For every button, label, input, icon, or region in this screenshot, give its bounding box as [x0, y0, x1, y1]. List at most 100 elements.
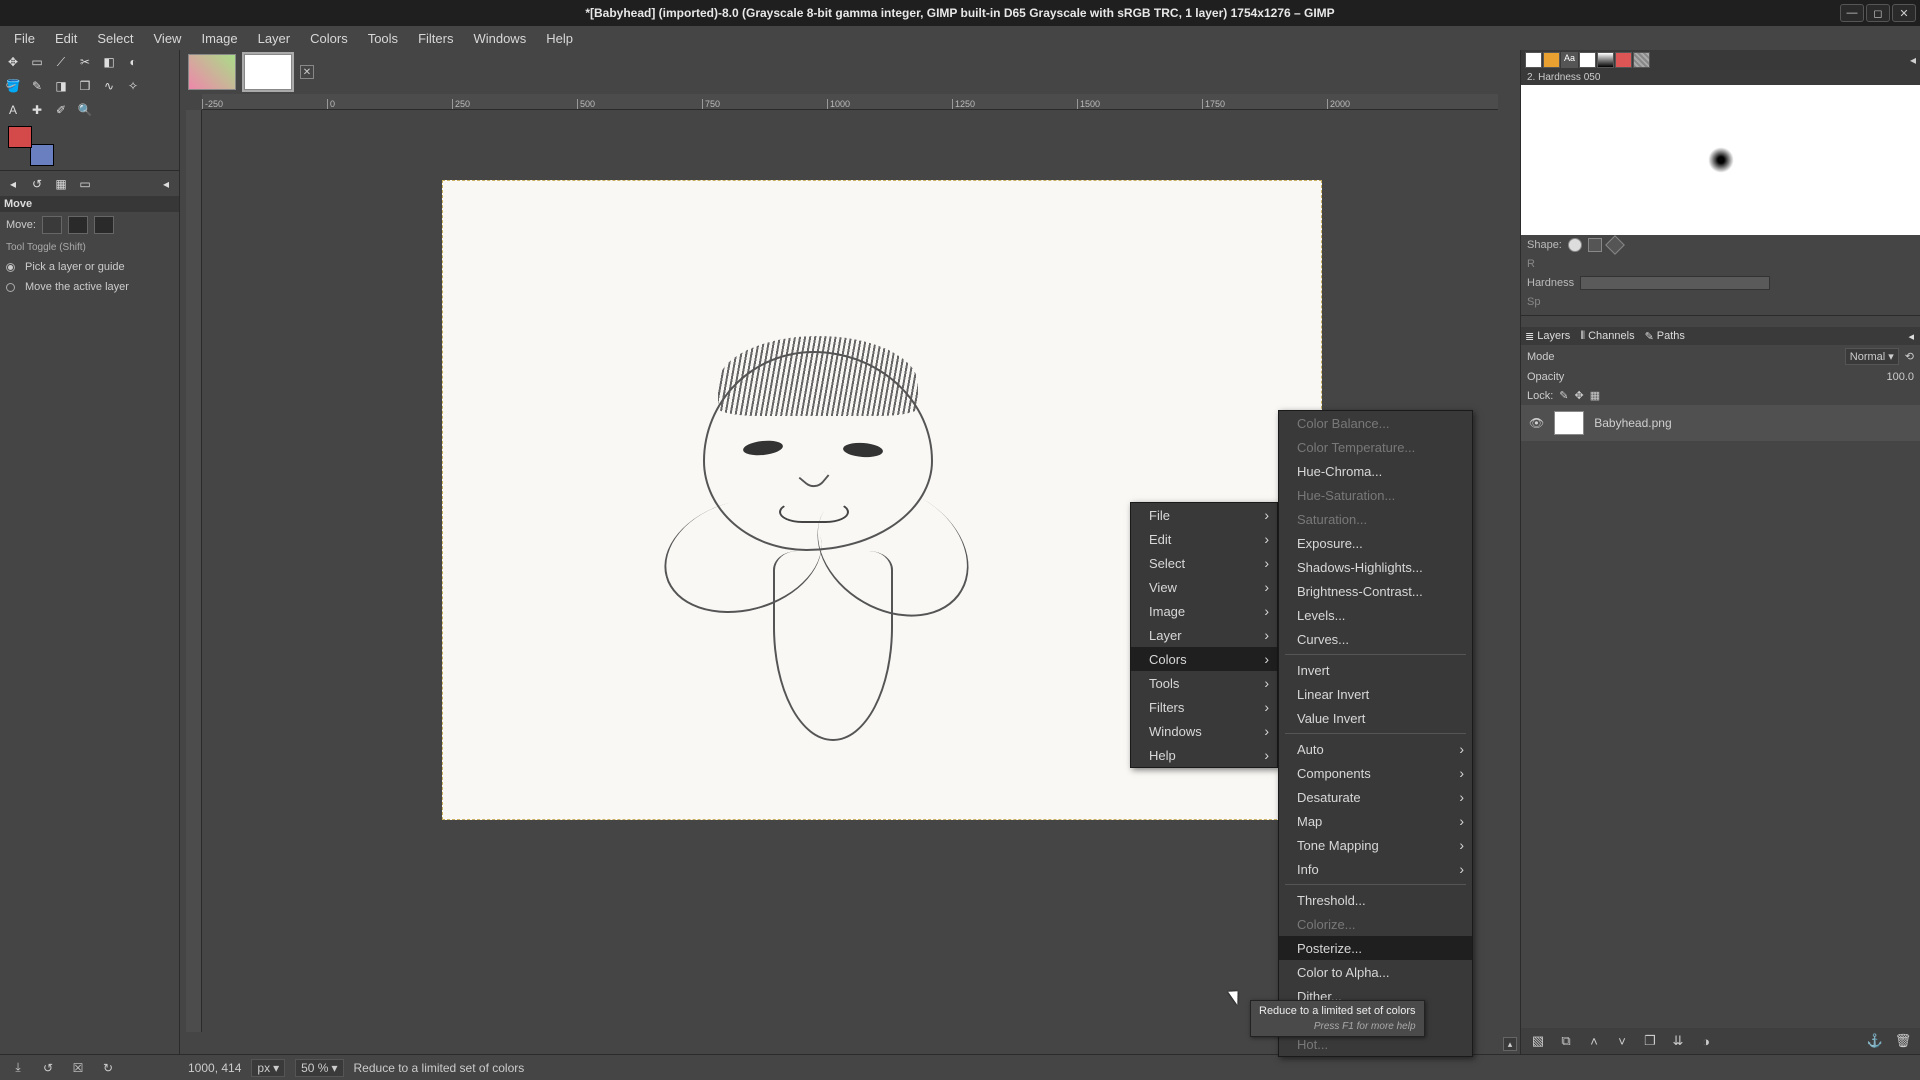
hardness-slider[interactable] — [1580, 276, 1770, 290]
image-tab-2[interactable] — [244, 54, 292, 90]
device-tab-icon[interactable]: ▭ — [76, 175, 94, 193]
anchor-icon[interactable]: ⚓ — [1866, 1032, 1884, 1050]
dtab-brushes-icon[interactable] — [1525, 52, 1542, 68]
c-desaturate[interactable]: Desaturate — [1279, 785, 1472, 809]
close-tab-icon[interactable]: ✕ — [300, 65, 314, 79]
color-swatches[interactable] — [8, 126, 54, 166]
c-tone-mapping[interactable]: Tone Mapping — [1279, 833, 1472, 857]
c-linear-invert[interactable]: Linear Invert — [1279, 682, 1472, 706]
transform-icon[interactable]: ◧ — [100, 53, 118, 71]
new-layer-icon[interactable]: ▧ — [1529, 1032, 1547, 1050]
sb-delete-icon[interactable]: ☒ — [68, 1058, 88, 1078]
rect-select-icon[interactable]: ▭ — [28, 53, 46, 71]
c-colorize[interactable]: Colorize... — [1279, 912, 1472, 936]
c-map[interactable]: Map — [1279, 809, 1472, 833]
mask-icon[interactable]: ◑ — [1697, 1032, 1715, 1050]
ctx-colors[interactable]: Colors — [1131, 647, 1277, 671]
close-button[interactable]: ✕ — [1892, 4, 1916, 22]
brush-preview[interactable] — [1521, 85, 1920, 235]
ruler-horizontal[interactable]: -250 0 250 500 750 1000 1250 1500 1750 2… — [202, 94, 1498, 110]
sb-save-icon[interactable]: ⤓ — [8, 1058, 28, 1078]
move-tool-icon[interactable]: ✥ — [4, 53, 22, 71]
lower-layer-icon[interactable]: ˅ — [1613, 1032, 1631, 1050]
move-selection-icon[interactable] — [68, 216, 88, 234]
maximize-button[interactable]: ◻ — [1866, 4, 1890, 22]
ctx-layer[interactable]: Layer — [1131, 623, 1277, 647]
shape-circle-icon[interactable] — [1568, 238, 1582, 252]
zoom-icon[interactable]: 🔍 — [76, 101, 94, 119]
c-brightness-contrast[interactable]: Brightness-Contrast... — [1279, 579, 1472, 603]
warp-icon[interactable]: ◐ — [124, 53, 142, 71]
c-curves[interactable]: Curves... — [1279, 627, 1472, 651]
eraser-icon[interactable]: ◨ — [52, 77, 70, 95]
ctx-help[interactable]: Help — [1131, 743, 1277, 767]
eye-icon[interactable]: 👁 — [1529, 416, 1544, 430]
c-threshold[interactable]: Threshold... — [1279, 888, 1472, 912]
c-posterize[interactable]: Posterize... — [1279, 936, 1472, 960]
background-swatch[interactable] — [30, 144, 54, 166]
radio-pick-layer[interactable]: Pick a layer or guide — [0, 257, 179, 277]
radio-move-active[interactable]: Move the active layer — [0, 277, 179, 297]
ctx-select[interactable]: Select — [1131, 551, 1277, 575]
sb-reset-icon[interactable]: ↻ — [98, 1058, 118, 1078]
mode-reset-icon[interactable]: ⟲ — [1905, 350, 1914, 363]
image-tab-icon[interactable]: ▦ — [52, 175, 70, 193]
shape-square-icon[interactable] — [1588, 238, 1602, 252]
ctx-edit[interactable]: Edit — [1131, 527, 1277, 551]
menu-select[interactable]: Select — [87, 28, 143, 49]
c-color-to-alpha[interactable]: Color to Alpha... — [1279, 960, 1472, 984]
c-exposure[interactable]: Exposure... — [1279, 531, 1472, 555]
ctx-tools[interactable]: Tools — [1131, 671, 1277, 695]
c-auto[interactable]: Auto — [1279, 737, 1472, 761]
move-layer-icon[interactable] — [42, 216, 62, 234]
menu-file[interactable]: File — [4, 28, 45, 49]
lock-pixels-icon[interactable]: ✎ — [1559, 389, 1568, 402]
ctx-image[interactable]: Image — [1131, 599, 1277, 623]
clone-icon[interactable]: ❒ — [76, 77, 94, 95]
menu-tools[interactable]: Tools — [358, 28, 408, 49]
menu-help[interactable]: Help — [536, 28, 583, 49]
dtab-gradients-icon[interactable] — [1579, 52, 1596, 68]
picker-icon[interactable]: ✐ — [52, 101, 70, 119]
c-invert[interactable]: Invert — [1279, 658, 1472, 682]
menu-filters[interactable]: Filters — [408, 28, 463, 49]
move-path-icon[interactable] — [94, 216, 114, 234]
unit-combo[interactable]: px ▾ — [251, 1059, 285, 1077]
lock-alpha-icon[interactable]: ▦ — [1590, 389, 1600, 402]
ruler-vertical[interactable] — [186, 110, 202, 1032]
zoom-combo[interactable]: 50 % ▾ — [295, 1059, 343, 1077]
sb-undo-icon[interactable]: ↺ — [38, 1058, 58, 1078]
layer-thumbnail[interactable] — [1554, 411, 1584, 435]
ctx-filters[interactable]: Filters — [1131, 695, 1277, 719]
foreground-swatch[interactable] — [8, 126, 32, 148]
ctx-windows[interactable]: Windows — [1131, 719, 1277, 743]
tab-paths[interactable]: ✎ Paths — [1645, 330, 1685, 343]
path-icon[interactable]: ✧ — [124, 77, 142, 95]
undo-tab-icon[interactable]: ↺ — [28, 175, 46, 193]
free-select-icon[interactable]: ⟋ — [52, 53, 70, 71]
menu-image[interactable]: Image — [191, 28, 247, 49]
lock-position-icon[interactable]: ✥ — [1575, 389, 1584, 402]
smudge-icon[interactable]: ∿ — [100, 77, 118, 95]
c-levels[interactable]: Levels... — [1279, 603, 1472, 627]
brush-icon[interactable]: ✎ — [28, 77, 46, 95]
c-color-temperature[interactable]: Color Temperature... — [1279, 435, 1472, 459]
dtab-dash-icon[interactable] — [1633, 52, 1650, 68]
image-tab-1[interactable] — [188, 54, 236, 90]
layer-dock-menu-icon[interactable]: ◂ — [1908, 330, 1920, 343]
dtab-patterns-icon[interactable] — [1543, 52, 1560, 68]
c-color-balance[interactable]: Color Balance... — [1279, 411, 1472, 435]
opacity-value[interactable]: 100.0 — [1886, 371, 1914, 383]
c-info[interactable]: Info — [1279, 857, 1472, 881]
c-saturation[interactable]: Saturation... — [1279, 507, 1472, 531]
duplicate-layer-icon[interactable]: ❐ — [1641, 1032, 1659, 1050]
dtab-history-icon[interactable] — [1615, 52, 1632, 68]
bucket-icon[interactable]: 🪣 — [4, 77, 22, 95]
new-group-icon[interactable]: ⧉ — [1557, 1032, 1575, 1050]
raise-layer-icon[interactable]: ˄ — [1585, 1032, 1603, 1050]
heal-icon[interactable]: ✚ — [28, 101, 46, 119]
menu-layer[interactable]: Layer — [248, 28, 301, 49]
tab-channels[interactable]: ⦀ Channels — [1580, 330, 1634, 343]
menu-colors[interactable]: Colors — [300, 28, 358, 49]
menu-windows[interactable]: Windows — [463, 28, 536, 49]
